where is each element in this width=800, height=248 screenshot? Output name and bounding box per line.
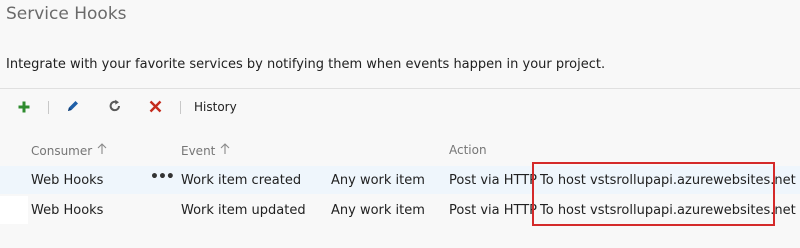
column-header-event-label: Event: [181, 143, 216, 158]
pencil-icon: [66, 98, 80, 117]
grid-header: Consumer Event Action: [0, 141, 800, 161]
delete-button[interactable]: [144, 97, 166, 117]
history-label: History: [194, 100, 237, 114]
consumer-cell: Web Hooks: [31, 173, 104, 188]
toolbar: History: [0, 89, 800, 125]
more-actions-button[interactable]: •••: [150, 169, 175, 189]
filter-cell: Any work item: [331, 203, 425, 218]
event-cell: Work item updated: [181, 203, 306, 218]
column-header-consumer-label: Consumer: [31, 143, 93, 158]
filter-cell: Any work item: [331, 173, 425, 188]
consumer-cell: Web Hooks: [31, 203, 104, 218]
history-button[interactable]: History: [194, 97, 237, 117]
highlight-box: [532, 162, 775, 226]
column-header-consumer[interactable]: Consumer: [31, 143, 107, 158]
x-delete-icon: [149, 98, 162, 117]
toolbar-separator: [180, 101, 181, 114]
action-cell: Post via HTTP: [449, 203, 538, 218]
edit-button[interactable]: [62, 97, 84, 117]
plus-icon: [18, 98, 30, 117]
refresh-icon: [108, 98, 122, 117]
page-description: Integrate with your favorite services by…: [6, 57, 606, 72]
refresh-button[interactable]: [104, 97, 126, 117]
column-header-action-label: Action: [449, 143, 487, 157]
row-gutter: [0, 196, 28, 224]
action-cell: Post via HTTP: [449, 173, 538, 188]
column-header-event[interactable]: Event: [181, 143, 230, 158]
toolbar-separator: [48, 101, 49, 114]
sort-ascending-icon: [220, 143, 230, 158]
column-header-action[interactable]: Action: [449, 143, 487, 157]
sort-ascending-icon: [97, 143, 107, 158]
add-button[interactable]: [14, 97, 34, 117]
page-title: Service Hooks: [6, 4, 127, 24]
event-cell: Work item created: [181, 173, 302, 188]
